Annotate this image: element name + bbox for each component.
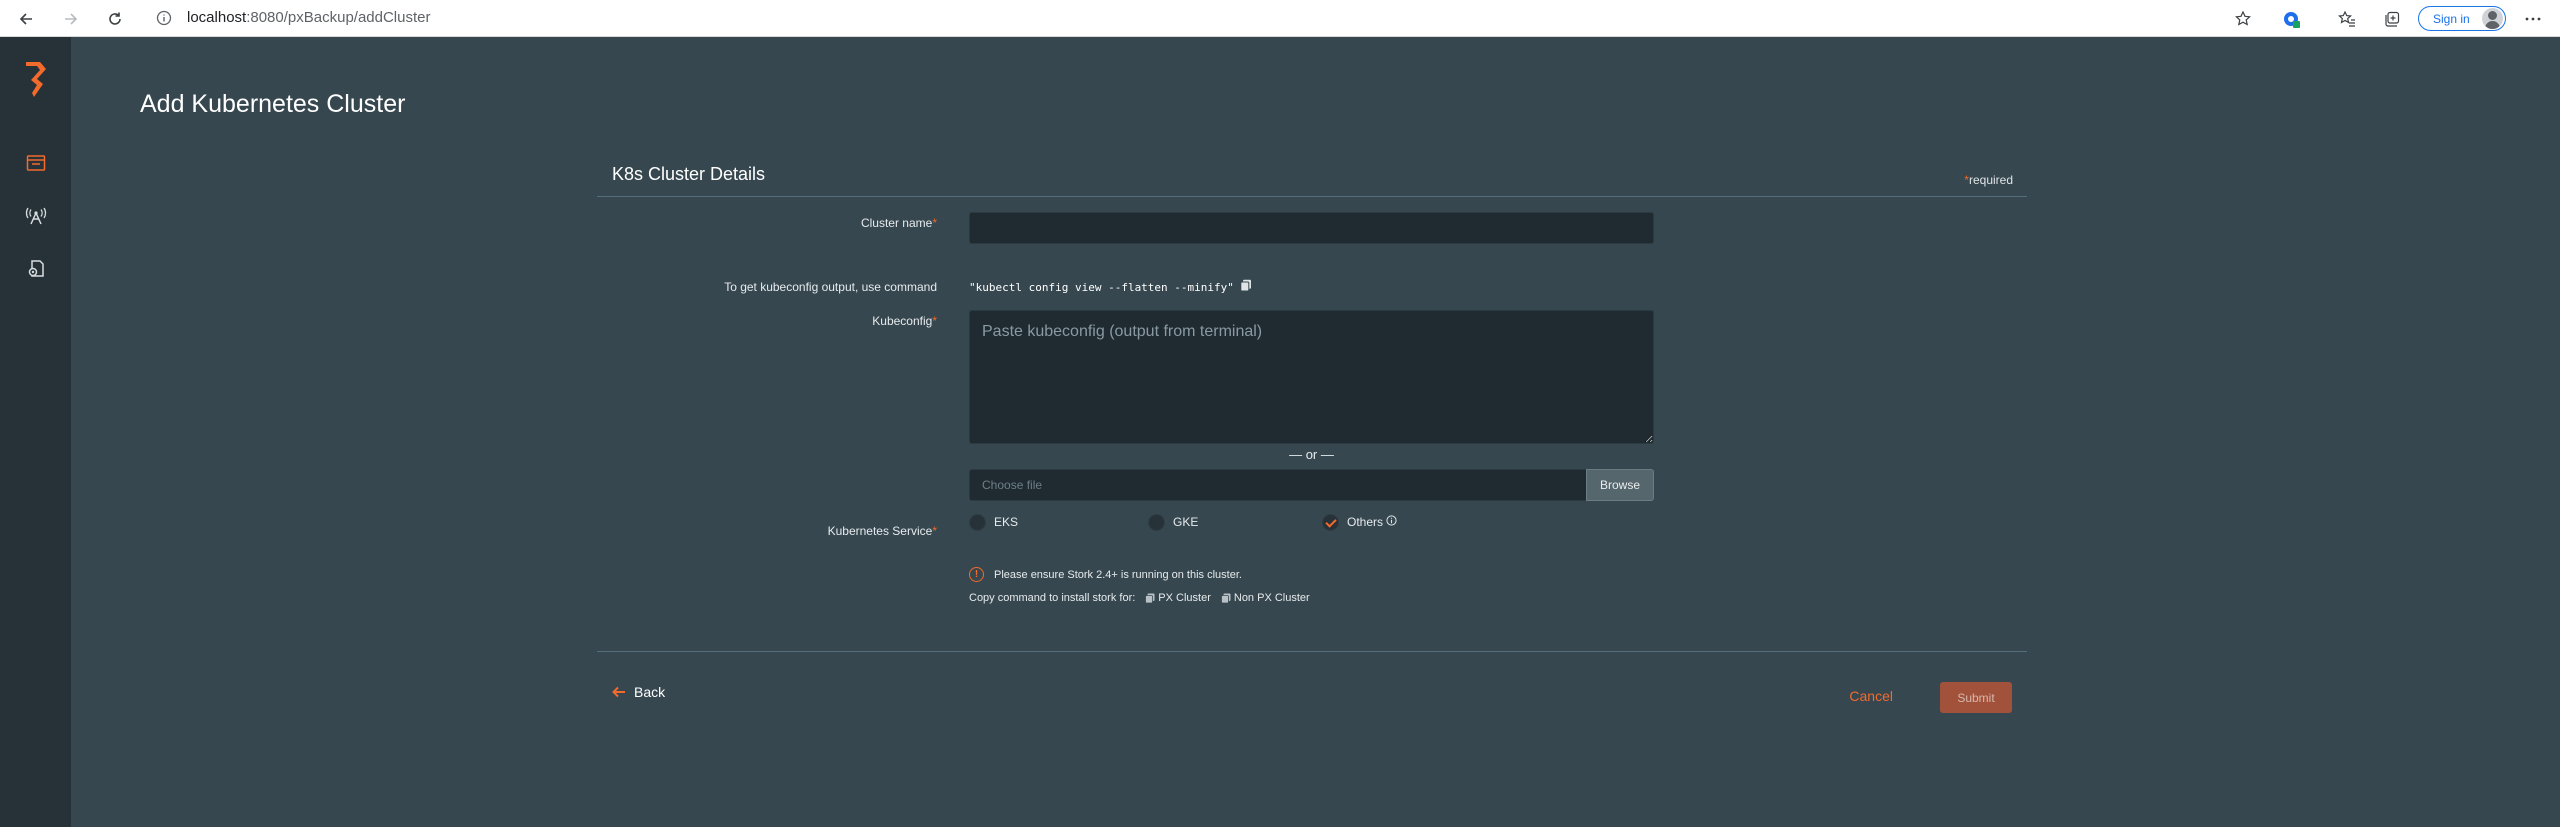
info-icon[interactable]	[1386, 515, 1397, 529]
sidebar-item-clusters[interactable]	[20, 200, 52, 232]
required-star: *	[932, 216, 937, 230]
favorites-icon[interactable]	[2336, 8, 2358, 30]
cluster-name-input[interactable]	[969, 212, 1654, 244]
url-host: localhost	[187, 9, 247, 26]
px-cluster-label: PX Cluster	[1158, 592, 1211, 604]
card-title: K8s Cluster Details	[612, 164, 766, 184]
forward-arrow-icon[interactable]	[59, 7, 83, 31]
radio-others-circle[interactable]	[1322, 513, 1339, 531]
file-chooser: Choose file Browse	[969, 469, 1654, 501]
kubeconfig-hint-label: To get kubeconfig output, use command	[724, 280, 937, 294]
cluster-name-label: Cluster name*	[861, 216, 937, 230]
site-info-icon[interactable]	[156, 10, 172, 26]
settings-doc-icon	[28, 260, 44, 277]
required-star: *	[932, 314, 937, 328]
radio-eks-circle[interactable]	[969, 513, 986, 531]
collections-icon[interactable]	[2381, 8, 2403, 30]
stork-warning-text: Please ensure Stork 2.4+ is running on t…	[994, 568, 1242, 581]
card-divider-top	[597, 196, 2027, 197]
url-path: :8080/pxBackup/addCluster	[246, 9, 431, 26]
kubeconfig-command: "kubectl config view --flatten --minify"	[969, 280, 1234, 294]
back-button[interactable]: Back	[612, 684, 665, 700]
kubeconfig-label: Kubeconfig*	[872, 314, 937, 328]
add-favorite-icon[interactable]	[2232, 8, 2254, 30]
sidebar-item-settings[interactable]	[20, 253, 52, 285]
address-bar[interactable]: localhost:8080/pxBackup/addCluster	[187, 9, 431, 26]
file-name-field[interactable]: Choose file	[969, 469, 1586, 501]
copy-px-cluster-link[interactable]: PX Cluster	[1145, 592, 1211, 604]
kubeconfig-textarea[interactable]	[969, 310, 1654, 444]
refresh-icon[interactable]	[103, 7, 127, 31]
profile-avatar-icon	[2482, 8, 2503, 29]
copy-non-px-cluster-link[interactable]: Non PX Cluster	[1220, 592, 1310, 604]
radio-gke-label: GKE	[1173, 515, 1199, 529]
required-note: *required	[1964, 173, 2013, 187]
required-star: *	[932, 524, 937, 538]
portworx-logo-icon[interactable]	[20, 57, 52, 101]
browser-toolbar: localhost:8080/pxBackup/addCluster Sign …	[0, 0, 2560, 37]
cancel-button[interactable]: Cancel	[1849, 688, 1893, 704]
copy-command-text: Copy command to install stork for:	[969, 592, 1136, 604]
antenna-icon	[25, 207, 47, 225]
kubernetes-service-label-text: Kubernetes Service	[827, 524, 933, 538]
kubernetes-service-label: Kubernetes Service*	[828, 524, 937, 538]
kubeconfig-command-row: "kubectl config view --flatten --minify"	[969, 279, 1654, 295]
copy-icon	[1145, 593, 1155, 603]
required-text: required	[1968, 173, 2013, 187]
sidebar-item-backups[interactable]	[20, 147, 52, 179]
radio-others[interactable]: Others	[1322, 513, 1397, 531]
more-options-icon[interactable]	[2522, 8, 2544, 30]
back-arrow-icon[interactable]	[14, 7, 38, 31]
cluster-name-field	[969, 212, 1654, 244]
radio-eks-label: EKS	[994, 515, 1019, 529]
radio-eks[interactable]: EKS	[969, 513, 1019, 531]
cluster-name-label-text: Cluster name	[860, 216, 933, 230]
copy-icon[interactable]	[1240, 279, 1252, 295]
page-title: Add Kubernetes Cluster	[140, 90, 406, 118]
copy-icon	[1220, 593, 1231, 603]
or-divider: — or —	[1289, 447, 1334, 462]
cluster-details-card: K8s Cluster Details *required Cluster na…	[597, 158, 2027, 718]
radio-others-label: Others	[1347, 515, 1384, 529]
submit-button[interactable]: Submit	[1940, 682, 2012, 713]
arrow-left-icon	[612, 686, 625, 698]
non-px-cluster-label: Non PX Cluster	[1233, 592, 1310, 604]
sign-in-button[interactable]: Sign in	[2418, 6, 2506, 31]
sign-in-label: Sign in	[2433, 11, 2470, 26]
backup-icon	[26, 155, 46, 171]
extension-icon[interactable]	[2280, 8, 2302, 30]
card-divider-bottom	[597, 651, 2027, 652]
stork-warning: ! Please ensure Stork 2.4+ is running on…	[969, 567, 1654, 582]
radio-gke[interactable]: GKE	[1148, 513, 1199, 531]
kubeconfig-label-text: Kubeconfig	[872, 314, 933, 328]
radio-gke-circle[interactable]	[1148, 513, 1165, 531]
copy-stork-command-row: Copy command to install stork for: PX Cl…	[969, 592, 1654, 604]
app-sidebar	[0, 37, 71, 827]
browse-button[interactable]: Browse	[1586, 469, 1654, 501]
back-label: Back	[634, 684, 666, 700]
warning-icon: !	[969, 567, 984, 582]
kubernetes-service-radios: EKS GKE Others	[969, 513, 1654, 542]
kubeconfig-field	[969, 310, 1654, 444]
